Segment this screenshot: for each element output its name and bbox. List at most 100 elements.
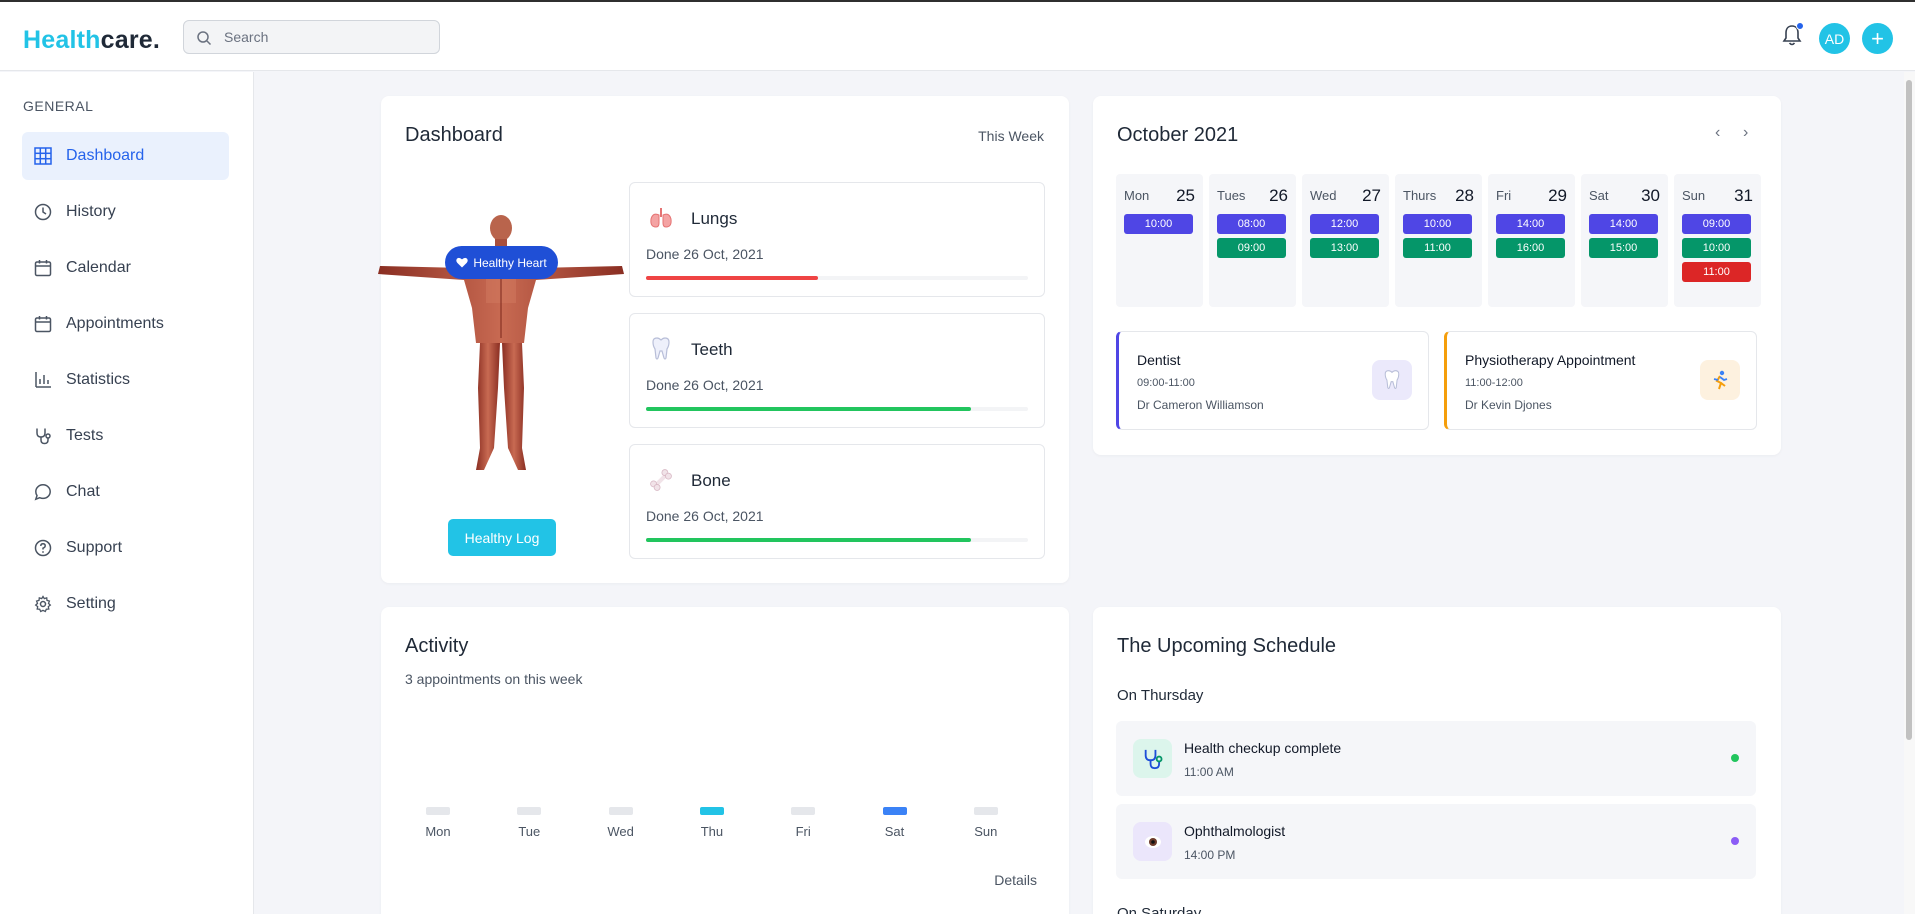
stethoscope-icon [1144,749,1162,769]
organ-card-bone[interactable]: Bone Done 26 Oct, 2021 [629,444,1045,559]
activity-day-label: Wed [607,824,634,839]
time-slot[interactable]: 15:00 [1589,238,1658,258]
schedule-item-checkup[interactable]: Health checkup complete 11:00 AM [1116,721,1756,796]
day-name: Fri [1496,188,1512,203]
app-logo[interactable]: Healthcare. [23,26,160,55]
organ-card-teeth[interactable]: Teeth Done 26 Oct, 2021 [629,313,1045,428]
activity-title: Activity [405,635,469,657]
sidebar-item-appointments[interactable]: Appointments [22,300,229,348]
activity-subtitle: 3 appointments on this week [405,671,583,687]
activity-bar-sun[interactable] [973,807,998,815]
calendar-day-sun[interactable]: Sun 31 09:00 10:00 11:00 [1674,174,1761,307]
time-slot[interactable]: 09:00 [1682,214,1751,234]
sidebar-item-label: Tests [66,427,104,444]
clock-icon [34,203,52,221]
appointment-icon-tile [1372,360,1412,400]
page-scrollbar[interactable] [1904,72,1915,914]
sidebar-item-dashboard[interactable]: Dashboard [22,132,229,180]
schedule-item-ophthalmologist[interactable]: Ophthalmologist 14:00 PM [1116,804,1756,879]
upcoming-title: The Upcoming Schedule [1117,635,1337,657]
sidebar-item-setting[interactable]: Setting [22,580,229,628]
organ-progress-track [646,276,1028,280]
time-slot[interactable]: 10:00 [1403,214,1472,234]
dashboard-card: Dashboard This Week Healthy Heart Health… [378,96,1069,583]
activity-bar-fri[interactable] [791,807,816,815]
calendar-month-title: October 2021 [1117,124,1239,146]
calendar-day-thurs[interactable]: Thurs 28 10:00 11:00 [1395,174,1482,307]
time-slot[interactable]: 08:00 [1217,214,1286,234]
time-slot[interactable]: 14:00 [1589,214,1658,234]
calendar-day-tues[interactable]: Tues 26 08:00 09:00 [1209,174,1296,307]
activity-bar-thu[interactable] [699,807,724,815]
schedule-status-dot [1731,837,1739,845]
sidebar-item-label: Setting [66,595,116,612]
eye-icon [1144,835,1161,848]
schedule-time: 11:00 AM [1184,765,1234,779]
add-button[interactable]: + [1862,23,1893,54]
scrollbar-thumb[interactable] [1906,80,1912,740]
appointment-icon-tile [1700,360,1740,400]
organ-date: Done 26 Oct, 2021 [646,246,764,262]
sidebar-item-calendar[interactable]: Calendar [22,244,229,292]
day-number: 31 [1734,186,1753,205]
sidebar-item-label: Dashboard [66,147,145,164]
organ-progress-fill [646,407,971,411]
notification-bell[interactable] [1781,22,1805,48]
day-name: Sat [1589,188,1609,203]
time-slot[interactable]: 10:00 [1682,238,1751,258]
sidebar-item-statistics[interactable]: Statistics [22,356,229,404]
activity-bar-sat[interactable] [882,807,907,815]
sidebar-item-history[interactable]: History [22,188,229,236]
activity-bar-mon[interactable] [426,807,450,815]
appointment-time: 11:00-12:00 [1465,377,1523,389]
bone-icon [650,469,672,491]
activity-bar-wed[interactable] [608,807,633,815]
sidebar-item-label: Calendar [66,259,131,276]
time-slot[interactable]: 09:00 [1217,238,1286,258]
sidebar-item-chat[interactable]: Chat [22,468,229,516]
activity-day-label: Sat [884,824,905,839]
sidebar-item-tests[interactable]: Tests [22,412,229,460]
sidebar-item-label: Chat [66,483,100,500]
range-selector[interactable]: This Week [978,128,1044,144]
calendar-card: October 2021 ‹ › Mon 25 10:00 Tues 26 08:00 09… [1093,96,1781,455]
calendar-day-mon[interactable]: Mon 25 10:00 [1116,174,1203,307]
appointment-card-physiotherapy[interactable]: Physiotherapy Appointment 11:00-12:00 Dr… [1444,331,1757,430]
time-slot[interactable]: 12:00 [1310,214,1379,234]
calendar-day-sat[interactable]: Sat 30 14:00 15:00 [1581,174,1668,307]
calendar-prev-button[interactable]: ‹ [1715,124,1720,142]
organ-progress-fill [646,538,971,542]
calendar-next-button[interactable]: › [1743,124,1748,142]
calendar-day-fri[interactable]: Fri 29 14:00 16:00 [1488,174,1575,307]
schedule-status-dot [1731,754,1739,762]
healthy-heart-badge[interactable]: Healthy Heart [445,246,558,279]
appointment-card-dentist[interactable]: Dentist 09:00-11:00 Dr Cameron Williamso… [1116,331,1429,430]
appointment-title: Physiotherapy Appointment [1465,352,1636,368]
organ-progress-track [646,407,1028,411]
calendar-day-wed[interactable]: Wed 27 12:00 13:00 [1302,174,1389,307]
time-slot[interactable]: 10:00 [1124,214,1193,234]
organ-name: Lungs [691,209,738,228]
activity-bar-tue[interactable] [517,807,542,815]
avatar[interactable]: AD [1819,23,1850,54]
time-slot[interactable]: 14:00 [1496,214,1565,234]
time-slot[interactable]: 11:00 [1682,262,1751,282]
lungs-icon [650,208,672,228]
organ-progress-track [646,538,1028,542]
day-number: 28 [1455,186,1474,205]
organ-card-lungs[interactable]: Lungs Done 26 Oct, 2021 [629,182,1045,297]
help-circle-icon [34,539,52,557]
time-slot[interactable]: 11:00 [1403,238,1472,258]
details-link[interactable]: Details [994,872,1037,888]
activity-day-label: Fri [795,824,811,839]
time-slot[interactable]: 16:00 [1496,238,1565,258]
healthy-log-button[interactable]: Healthy Log [448,519,556,556]
search-input[interactable] [224,27,424,47]
time-slot[interactable]: 13:00 [1310,238,1379,258]
stethoscope-icon [36,428,51,445]
organ-name: Teeth [691,340,733,359]
calendar-icon [34,316,52,333]
search-box[interactable] [183,20,440,54]
sidebar-item-support[interactable]: Support [22,524,229,572]
top-header: Healthcare. AD + [0,2,1915,71]
